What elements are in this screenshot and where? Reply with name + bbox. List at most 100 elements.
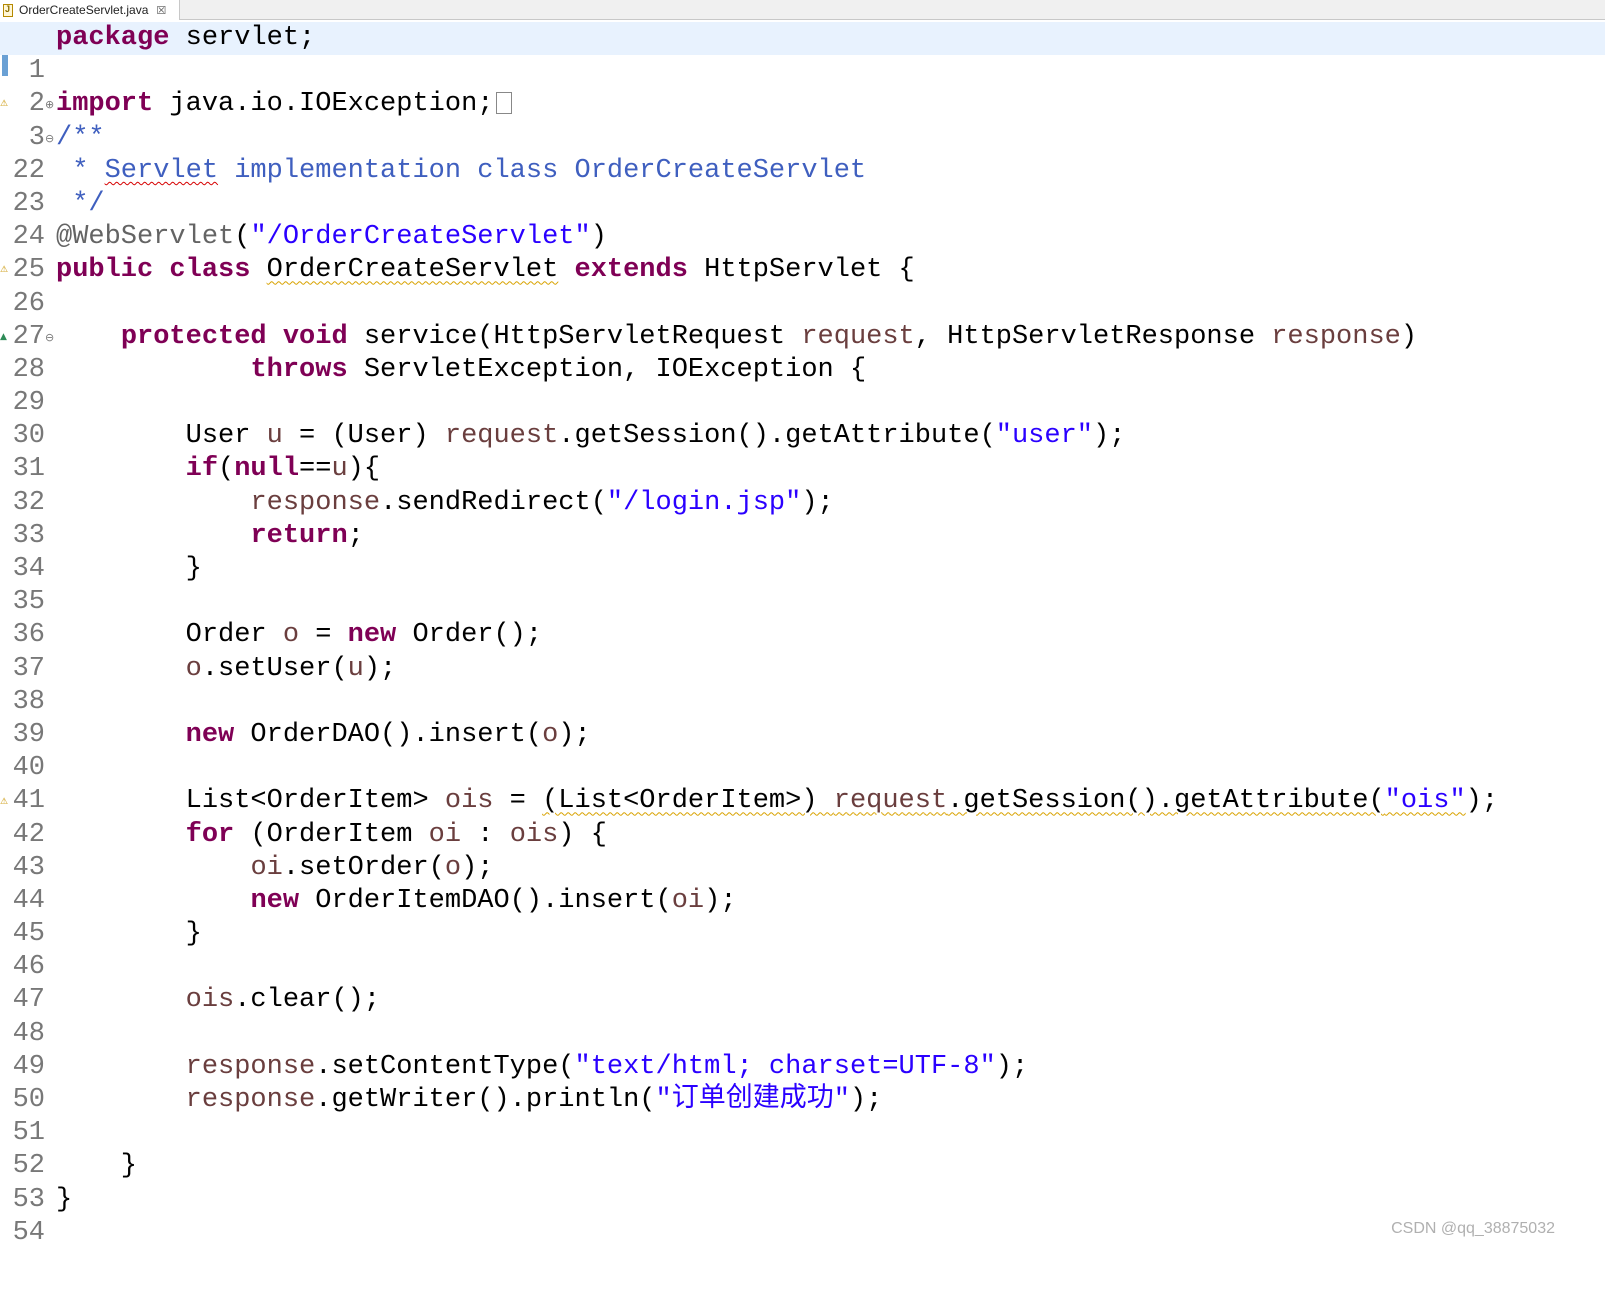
- keyword: for: [185, 819, 235, 850]
- code-text: }: [56, 1150, 137, 1183]
- keyword: return: [250, 520, 348, 551]
- keyword: void: [282, 321, 348, 352]
- annotation: @WebServlet: [56, 222, 235, 253]
- code-line: 30: [0, 387, 1605, 451]
- code-line: 39: [0, 686, 1605, 750]
- code-text: }: [56, 553, 202, 586]
- code-line: 27: [0, 288, 1605, 352]
- code-line: 22 ⊖ /**: [0, 122, 1605, 186]
- code-line: 25 @WebServlet("/OrderCreateServlet"): [0, 221, 1605, 285]
- code-line: 47: [0, 951, 1605, 1015]
- collapsed-imports-icon[interactable]: [496, 92, 513, 115]
- parameter: request: [833, 786, 948, 817]
- tab-label: OrderCreateServlet.java: [19, 3, 149, 17]
- fold-expand-icon[interactable]: ⊕: [45, 88, 54, 121]
- string-literal: "订单创建成功": [655, 1085, 850, 1115]
- local-variable: ois: [185, 985, 235, 1016]
- code-text: }: [56, 918, 202, 951]
- code-token: java.io.IOException;: [153, 89, 494, 120]
- code-text: response.getWriter().println("订单创建成功");: [56, 1084, 883, 1117]
- code-token: Order: [56, 620, 283, 651]
- keyword: extends: [574, 255, 688, 286]
- code-token: ServletException, IOException {: [347, 354, 867, 385]
- code-token: ;: [347, 520, 364, 551]
- code-line: 24 */: [0, 188, 1605, 252]
- code-line: 53 }: [0, 1150, 1605, 1214]
- code-editor[interactable]: 1 package servlet; 2 3 ⊕ import java.io.…: [0, 22, 1605, 1248]
- code-token: User: [56, 421, 267, 452]
- local-variable: o: [185, 653, 202, 684]
- string-literal: "/login.jsp": [606, 487, 802, 518]
- code-line: 41: [0, 752, 1605, 816]
- code-line: 28 ⊖ protected void service(HttpServletR…: [0, 321, 1605, 385]
- code-token: ) {: [558, 819, 607, 850]
- code-line: 26 public class OrderCreateServlet exten…: [0, 254, 1605, 318]
- keyword: public: [56, 255, 154, 286]
- code-text: import java.io.IOException;: [56, 88, 513, 121]
- code-token: .setContentType(: [315, 1051, 575, 1082]
- code-token: .getSession().getAttribute(: [558, 421, 996, 452]
- code-token: );: [1093, 421, 1126, 452]
- local-variable: o: [444, 852, 462, 883]
- code-text: package servlet;: [56, 22, 315, 55]
- code-token: .clear();: [234, 985, 381, 1016]
- code-line: 1 package servlet;: [0, 22, 1605, 86]
- code-line: 49: [0, 1018, 1605, 1082]
- code-token: :: [461, 819, 510, 850]
- local-variable: ois: [509, 819, 559, 850]
- code-line: 33 response.sendRedirect("/login.jsp");: [0, 487, 1605, 551]
- code-token: );: [849, 1085, 883, 1115]
- local-variable: oi: [671, 885, 705, 916]
- code-text: /**: [56, 122, 105, 155]
- code-token: HttpServlet {: [687, 255, 915, 286]
- code-token: OrderItemDAO().insert(: [299, 885, 672, 916]
- code-line: 43 for (OrderItem oi : ois) {: [0, 819, 1605, 883]
- code-token: .setOrder(: [282, 852, 445, 883]
- code-line: 37 Order o = new Order();: [0, 619, 1605, 683]
- local-variable: o: [542, 719, 559, 750]
- code-token: }: [56, 554, 202, 584]
- code-text: @WebServlet("/OrderCreateServlet"): [56, 221, 607, 254]
- keyword: package: [56, 23, 170, 53]
- code-line: 44 oi.setOrder(o);: [0, 852, 1605, 916]
- code-token: OrderDAO().insert(: [234, 719, 543, 750]
- code-line: 54 }: [0, 1184, 1605, 1248]
- close-icon[interactable]: ☒: [156, 4, 166, 17]
- code-text: o.setUser(u);: [56, 653, 397, 686]
- comment: /**: [56, 122, 105, 153]
- fold-collapse-icon[interactable]: ⊖: [45, 321, 54, 354]
- code-token: );: [995, 1051, 1029, 1082]
- comment-spelling: Servlet: [104, 155, 219, 186]
- parameter: response: [250, 487, 381, 518]
- code-token: }: [56, 1184, 73, 1215]
- string-literal: "ois": [1384, 786, 1466, 817]
- code-token: servlet;: [169, 23, 316, 53]
- code-line: 36: [0, 586, 1605, 650]
- code-text: List<OrderItem> ois = (List<OrderItem>) …: [56, 785, 1498, 818]
- code-token: .getWriter().println(: [315, 1085, 656, 1115]
- code-token: .sendRedirect(: [380, 487, 607, 518]
- code-token: ==: [299, 454, 332, 485]
- code-token: .setUser(: [201, 653, 348, 684]
- string-literal: "user": [995, 421, 1093, 452]
- code-text: ois.clear();: [56, 984, 380, 1017]
- code-line: 46 }: [0, 918, 1605, 982]
- code-token: .getSession().getAttribute(: [947, 786, 1385, 817]
- code-token: , HttpServletResponse: [914, 321, 1272, 352]
- code-token: ): [590, 222, 607, 253]
- class-name: OrderCreateServlet: [266, 255, 559, 286]
- code-line: 50 response.setContentType("text/html; c…: [0, 1051, 1605, 1115]
- local-variable: u: [266, 421, 283, 452]
- fold-collapse-icon[interactable]: ⊖: [45, 122, 54, 155]
- code-line: 2: [0, 55, 1605, 119]
- parameter: response: [1271, 321, 1401, 352]
- tab-order-create-servlet[interactable]: OrderCreateServlet.java ☒: [0, 0, 180, 20]
